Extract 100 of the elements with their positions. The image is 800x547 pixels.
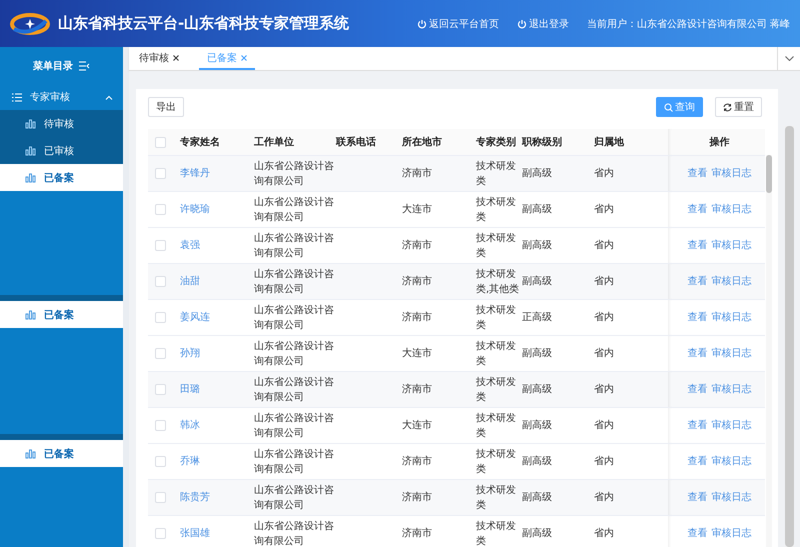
menu-item[interactable]: 待审核 — [0, 110, 123, 137]
scrollbar[interactable] — [766, 155, 772, 547]
menu-item[interactable]: 已备案 — [0, 301, 123, 328]
table-cell-text: 山东省公路设计咨询有限公司 — [254, 268, 334, 296]
checkbox[interactable] — [155, 528, 166, 539]
expert-name-link[interactable]: 许晓瑜 — [180, 202, 210, 217]
table-cell-text: 副高级 — [522, 526, 552, 541]
export-button[interactable]: 导出 — [148, 97, 184, 117]
menu-group[interactable]: 专家审核 — [0, 84, 123, 110]
table-cell-text: 技术研发类 — [476, 340, 517, 368]
table-cell-text: 省内 — [594, 490, 614, 505]
table-cell-text: 济南市 — [402, 274, 432, 289]
chart-icon — [25, 448, 36, 459]
action-link[interactable]: 审核日志 — [712, 490, 752, 505]
table-cell-text: 技术研发类 — [476, 520, 517, 547]
table-cell-text: 大连市 — [402, 418, 432, 433]
close-icon — [173, 54, 179, 60]
scrollbar[interactable] — [785, 126, 794, 547]
column-header: 职称级别 — [522, 136, 562, 150]
header-link[interactable]: 返回云平台首页 — [416, 16, 499, 30]
table-cell-text: 技术研发类 — [476, 232, 517, 260]
column-header: 工作单位 — [254, 136, 294, 150]
table-cell-text: 技术研发类 — [476, 376, 517, 404]
action-link[interactable]: 查看 — [688, 418, 708, 433]
action-link[interactable]: 审核日志 — [712, 346, 752, 361]
table-cell-text: 省内 — [594, 238, 614, 253]
table-cell-text: 省内 — [594, 382, 614, 397]
checkbox[interactable] — [155, 492, 166, 503]
search-button[interactable]: 查询 — [656, 97, 703, 117]
table-cell-text: 技术研发类 — [476, 160, 517, 188]
action-link[interactable]: 查看 — [688, 526, 708, 541]
chart-icon — [25, 145, 36, 156]
checkbox[interactable] — [155, 312, 166, 323]
checkbox[interactable] — [155, 240, 166, 251]
action-link[interactable]: 审核日志 — [712, 274, 752, 289]
action-link[interactable]: 查看 — [688, 382, 708, 397]
column-header: 操作 — [710, 136, 730, 150]
action-link[interactable]: 查看 — [688, 166, 708, 181]
app-title: 山东省科技云平台-山东省科技专家管理系统 — [58, 14, 350, 33]
checkbox[interactable] — [155, 168, 166, 179]
menu-item[interactable]: 已审核 — [0, 137, 123, 164]
chevron-down-icon — [784, 56, 794, 61]
expert-name-link[interactable]: 袁强 — [180, 238, 200, 253]
action-link[interactable]: 审核日志 — [712, 166, 752, 181]
expert-name-link[interactable]: 姜风连 — [180, 310, 210, 325]
action-link[interactable]: 查看 — [688, 310, 708, 325]
action-link[interactable]: 审核日志 — [712, 238, 752, 253]
checkbox[interactable] — [155, 384, 166, 395]
checkbox[interactable] — [155, 136, 166, 148]
power-icon — [416, 18, 427, 28]
table-cell-text: 省内 — [594, 166, 614, 181]
column-header: 所在地市 — [402, 135, 442, 150]
table-cell-text: 副高级 — [522, 490, 552, 505]
action-link[interactable]: 审核日志 — [712, 418, 752, 433]
expert-name-link[interactable]: 乔琳 — [180, 454, 200, 469]
table-cell-text: 济南市 — [402, 166, 432, 181]
table-cell-text: 山东省公路设计咨询有限公司 — [254, 304, 334, 332]
expert-name-link[interactable]: 张国雄 — [180, 526, 210, 541]
table-cell-text: 济南市 — [402, 490, 432, 505]
expert-name-link[interactable]: 陈贵芳 — [180, 490, 210, 505]
action-link[interactable]: 审核日志 — [712, 382, 752, 397]
close-icon — [241, 54, 247, 60]
chevron-up-icon — [105, 94, 113, 100]
refresh-icon — [723, 102, 732, 112]
action-link[interactable]: 审核日志 — [712, 526, 752, 541]
action-link[interactable]: 审核日志 — [712, 454, 752, 469]
power-icon — [516, 18, 527, 28]
table-cell-text: 省内 — [594, 526, 614, 541]
expert-name-link[interactable]: 韩冰 — [180, 418, 200, 433]
column-header: 专家姓名 — [180, 135, 220, 150]
menu-item[interactable]: 已备案 — [0, 164, 123, 191]
action-link[interactable]: 查看 — [688, 490, 708, 505]
action-link[interactable]: 查看 — [688, 454, 708, 469]
expert-name-link[interactable]: 李锋丹 — [180, 166, 210, 181]
checkbox[interactable] — [155, 456, 166, 467]
header-link[interactable]: 退出登录 — [516, 16, 569, 30]
reset-button[interactable]: 重置 — [715, 97, 762, 117]
checkbox[interactable] — [155, 348, 166, 359]
action-link[interactable]: 查看 — [688, 202, 708, 217]
action-link[interactable]: 查看 — [688, 238, 708, 253]
table-cell-text: 技术研发类 — [476, 196, 517, 224]
action-link[interactable]: 审核日志 — [712, 310, 752, 325]
action-link[interactable]: 查看 — [688, 346, 708, 361]
table-cell-text: 济南市 — [402, 382, 432, 397]
expert-name-link[interactable]: 田璐 — [180, 382, 200, 397]
table-cell-text: 济南市 — [402, 454, 432, 469]
checkbox[interactable] — [155, 420, 166, 431]
expert-name-link[interactable]: 油甜 — [180, 274, 200, 289]
table-cell-text: 省内 — [594, 346, 614, 361]
table-cell-text: 省内 — [594, 274, 614, 289]
menu-item[interactable]: 已备案 — [0, 440, 123, 467]
checkbox[interactable] — [155, 276, 166, 287]
action-link[interactable]: 查看 — [688, 274, 708, 289]
table-cell-text: 副高级 — [522, 382, 552, 397]
expert-name-link[interactable]: 孙翔 — [180, 346, 200, 361]
table-cell-text: 副高级 — [522, 346, 552, 361]
action-link[interactable]: 审核日志 — [712, 202, 752, 217]
checkbox[interactable] — [155, 204, 166, 215]
table-cell-text: 省内 — [594, 202, 614, 217]
tab[interactable]: 待审核 — [131, 47, 187, 70]
